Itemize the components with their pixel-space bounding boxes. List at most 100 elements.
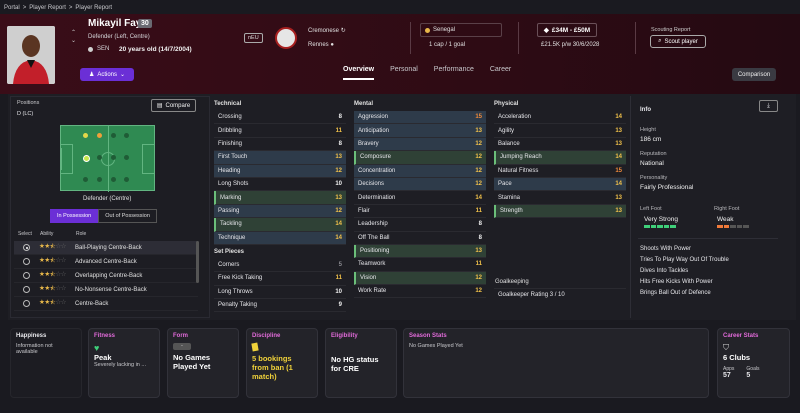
position-marker[interactable]: [97, 133, 102, 138]
out-of-possession-button[interactable]: Out of Possession: [98, 209, 157, 223]
parent-club[interactable]: Rennes ●: [308, 42, 334, 48]
position-marker[interactable]: [124, 133, 129, 138]
attribute-name: Determination: [358, 194, 396, 201]
attribute-row[interactable]: Tackling 14: [214, 218, 346, 232]
attribute-value: 14: [335, 221, 342, 228]
discipline-card[interactable]: Discipline 5 bookings from ban (1 match): [246, 328, 318, 398]
attribute-row[interactable]: Vision 12: [354, 271, 486, 286]
fitness-title: Fitness: [94, 333, 116, 339]
attribute-row[interactable]: Leadership 8: [354, 218, 486, 232]
attribute-row[interactable]: Acceleration 14: [494, 111, 626, 125]
attribute-row[interactable]: Bravery 12: [354, 137, 486, 152]
role-radio[interactable]: [23, 244, 30, 251]
position-marker[interactable]: [97, 177, 102, 182]
chevron-down-icon: ⌄: [120, 72, 126, 78]
role-row[interactable]: ★★⯪☆☆ No-Nonsense Centre-Back: [14, 283, 198, 297]
international-caps: 1 cap / 1 goal: [429, 42, 466, 48]
role-radio[interactable]: [23, 258, 30, 265]
attribute-row[interactable]: Determination 14: [354, 191, 486, 205]
set-pieces-list: Corners 5 Free Kick Taking 11 Long Throws 10 P…: [214, 259, 346, 313]
attribute-row[interactable]: Off The Ball 8: [354, 232, 486, 245]
attribute-row[interactable]: Strength 13: [494, 204, 626, 219]
chevron-down-icon[interactable]: ⌄: [71, 37, 76, 45]
role-row[interactable]: ★★⯪☆☆ Centre-Back: [14, 297, 198, 311]
career-stats-card[interactable]: Career Stats ⛉ 6 Clubs Apps 57 Goals 5: [717, 328, 790, 398]
chevron-up-icon[interactable]: ⌃: [71, 29, 76, 37]
attribute-row[interactable]: Marking 13: [214, 191, 346, 205]
nation[interactable]: Senegal: [425, 27, 455, 33]
fitness-card[interactable]: Fitness ♥ Peak Severely lacking in ...: [88, 328, 160, 398]
role-radio[interactable]: [23, 286, 30, 293]
attribute-row[interactable]: Positioning 13: [354, 244, 486, 259]
role-row[interactable]: ★★⯪☆☆ Ball-Playing Centre-Back: [14, 241, 198, 255]
position-marker[interactable]: [124, 177, 129, 182]
role-radio[interactable]: [23, 300, 30, 307]
ability-header: Ability: [40, 231, 54, 237]
position-marker[interactable]: [83, 133, 88, 138]
roles-scrollbar[interactable]: [196, 241, 199, 283]
attribute-row[interactable]: Finishing 8: [214, 138, 346, 152]
personality-value: Fairly Professional: [640, 184, 694, 191]
happiness-card[interactable]: Happiness Information not available: [10, 328, 82, 398]
current-club[interactable]: Cremonese ↻: [308, 27, 346, 34]
attribute-row[interactable]: Penalty Taking 9: [214, 299, 346, 313]
position-marker[interactable]: [83, 177, 88, 182]
attribute-row[interactable]: Long Throws 10: [214, 286, 346, 300]
position-marker[interactable]: [97, 155, 102, 160]
attribute-name: Long Throws: [218, 288, 253, 295]
form-card[interactable]: Form - No Games Played Yet: [167, 328, 239, 398]
attribute-row[interactable]: Agility 13: [494, 124, 626, 138]
attribute-row[interactable]: Teamwork 11: [354, 258, 486, 272]
attribute-name: Balance: [498, 140, 520, 147]
download-icon[interactable]: ⤓: [759, 100, 778, 112]
attribute-row[interactable]: Anticipation 13: [354, 124, 486, 138]
position-marker[interactable]: [111, 177, 116, 182]
tab-career[interactable]: Career: [490, 66, 511, 80]
role-row[interactable]: ★★⯪☆☆ Advanced Centre-Back: [14, 255, 198, 269]
attribute-row[interactable]: Concentration 12: [354, 164, 486, 178]
scout-player-button[interactable]: ⌕ Scout player: [650, 35, 706, 48]
position-marker[interactable]: [124, 155, 129, 160]
breadcrumb-player-report[interactable]: Player Report: [29, 5, 66, 11]
attribute-row[interactable]: Pace 14: [494, 177, 626, 192]
attribute-row[interactable]: Natural Fitness 15: [494, 165, 626, 178]
height-label: Height: [640, 127, 656, 133]
physical-column: Physical Acceleration 14 Agility 13 Balance 1…: [494, 101, 626, 219]
attribute-row[interactable]: Balance 13: [494, 138, 626, 152]
attribute-row[interactable]: Work Rate 12: [354, 285, 486, 299]
breadcrumb-portal[interactable]: Portal: [4, 5, 20, 11]
attribute-name: Free Kick Taking: [218, 275, 263, 282]
attribute-row[interactable]: Flair 11: [354, 205, 486, 219]
attribute-row[interactable]: Technique 14: [214, 231, 346, 245]
attribute-row[interactable]: Long Shots 10: [214, 178, 346, 192]
compare-button[interactable]: ▤ Compare: [151, 99, 196, 112]
actions-button[interactable]: ♟ Actions ⌄: [80, 68, 134, 81]
season-stats-card[interactable]: Season Stats No Games Played Yet: [403, 328, 709, 398]
in-possession-button[interactable]: In Possession: [50, 209, 99, 223]
attribute-row[interactable]: Free Kick Taking 11: [214, 272, 346, 286]
eligibility-card[interactable]: Eligibility No HG status for CRE: [325, 328, 397, 398]
position-marker-selected[interactable]: [83, 155, 90, 162]
club-crest-icon[interactable]: [275, 27, 297, 49]
attribute-row[interactable]: Composure 12: [354, 151, 486, 165]
attribute-value: 13: [615, 207, 622, 214]
tab-performance[interactable]: Performance: [434, 66, 474, 80]
role-row[interactable]: ★★⯪☆☆ Overlapping Centre-Back: [14, 269, 198, 283]
attribute-row[interactable]: Decisions 12: [354, 177, 486, 192]
attribute-row[interactable]: Jumping Reach 14: [494, 151, 626, 165]
attribute-row[interactable]: Heading 12: [214, 164, 346, 178]
attribute-row[interactable]: Passing 12: [214, 204, 346, 219]
attribute-row[interactable]: Corners 5: [214, 259, 346, 273]
role-radio[interactable]: [23, 272, 30, 279]
comparison-button[interactable]: Comparison: [732, 68, 776, 81]
attribute-row[interactable]: Stamina 13: [494, 191, 626, 205]
attribute-row[interactable]: Crossing 8: [214, 111, 346, 125]
role-name: Centre-Back: [75, 300, 109, 307]
position-marker[interactable]: [111, 133, 116, 138]
position-marker[interactable]: [111, 155, 116, 160]
tab-overview[interactable]: Overview: [343, 66, 375, 80]
tab-personal[interactable]: Personal: [390, 66, 418, 80]
attribute-row[interactable]: Aggression 15: [354, 111, 486, 125]
attribute-row[interactable]: Dribbling 11: [214, 124, 346, 138]
attribute-row[interactable]: First Touch 13: [214, 151, 346, 165]
